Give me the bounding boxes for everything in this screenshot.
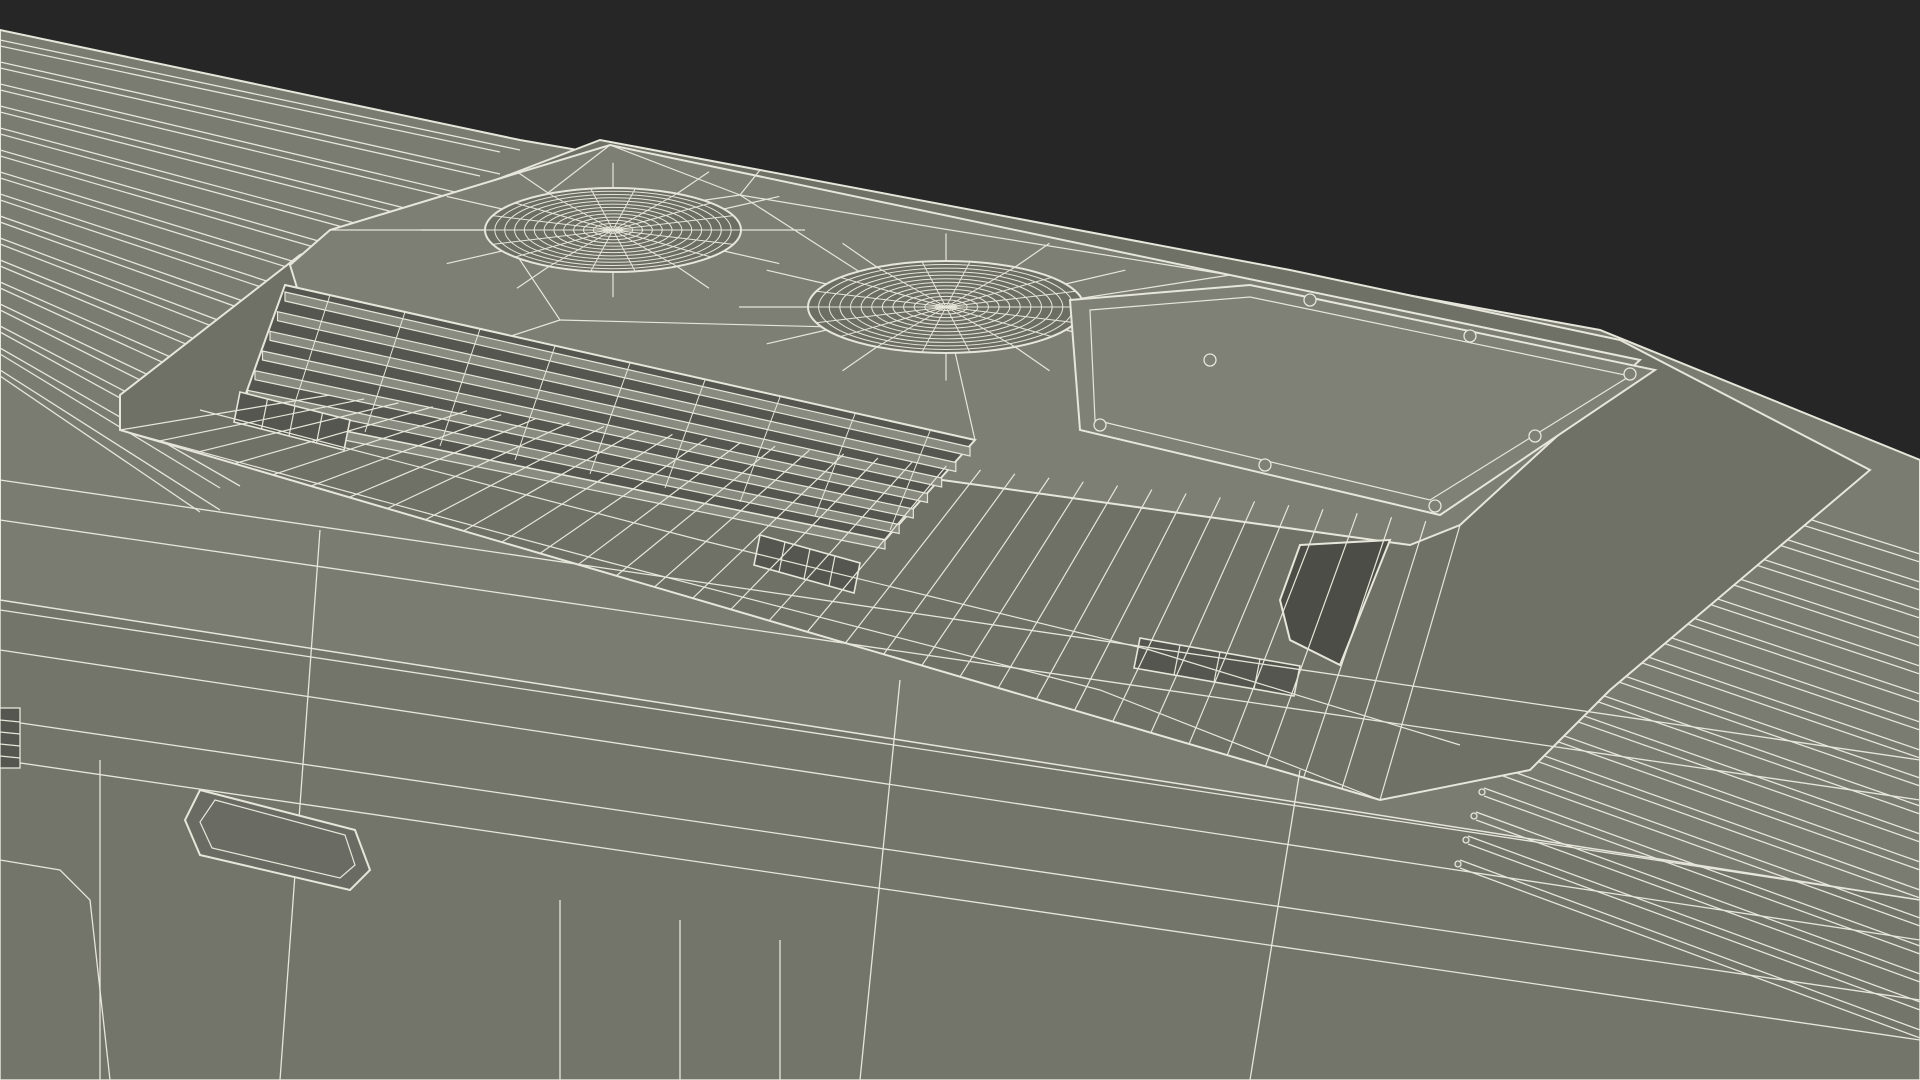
stripe-end-cap — [1478, 788, 1486, 796]
hatch-bolt — [1623, 367, 1637, 381]
wireframe-render — [0, 0, 1920, 1080]
stripe-end-cap — [1462, 836, 1470, 844]
stripe-end-cap — [1470, 812, 1478, 820]
hatch-bolt — [1303, 293, 1317, 307]
hatch-bolt — [1093, 418, 1107, 432]
side-vent-slits — [0, 707, 21, 769]
hatch-bolt — [1203, 353, 1217, 367]
hatch-bolt — [1528, 429, 1542, 443]
hatch-bolt — [1463, 329, 1477, 343]
stripe-end-cap — [1454, 860, 1462, 868]
hatch-bolt — [1258, 458, 1272, 472]
hatch-bolt — [1428, 499, 1442, 513]
